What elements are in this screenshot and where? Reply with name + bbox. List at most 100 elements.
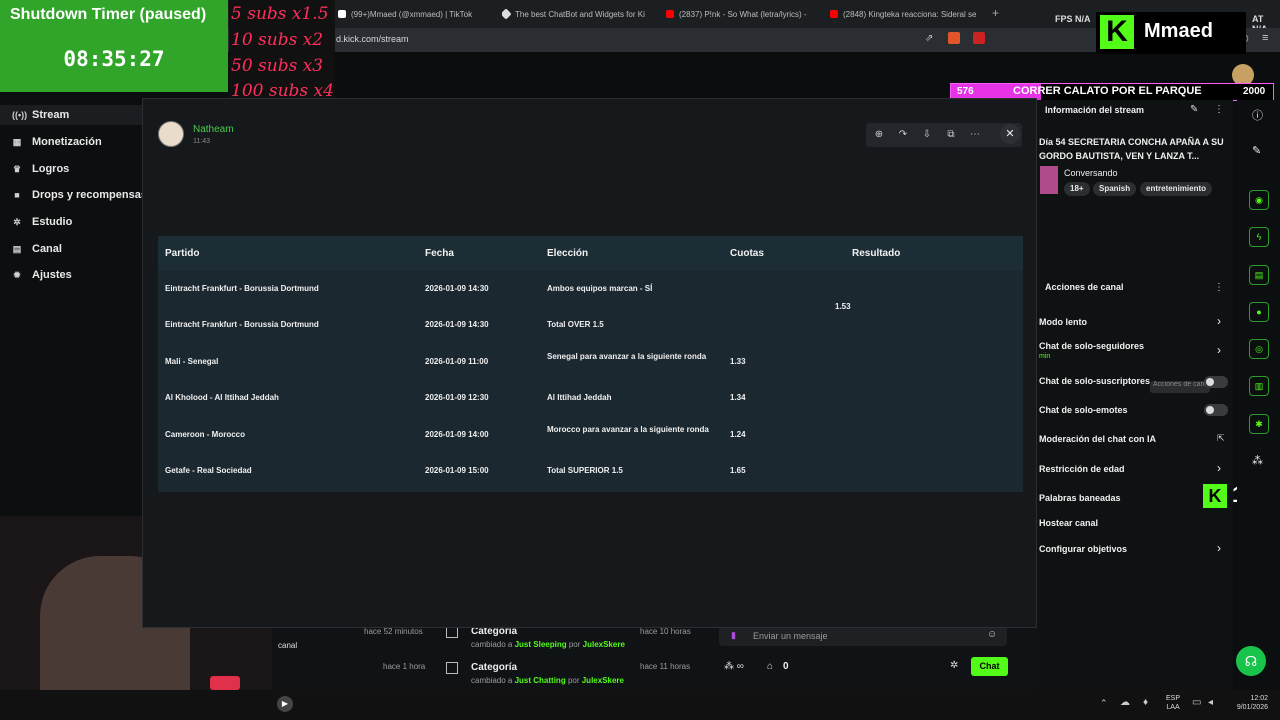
tab-chatbot[interactable]: The best ChatBot and Widgets for Ki [502, 4, 652, 24]
dollar-icon: ▦ [12, 136, 22, 147]
kick-logo-icon: K [1203, 484, 1227, 508]
fps-readout: FPS N/A [1055, 14, 1091, 24]
tab-youtube-kingteka[interactable]: (2848) Kingteka reacciona: Sideral se [830, 4, 980, 24]
tab-tiktok[interactable]: (99+)Mmaed (@xmmaed) | TikTok [338, 4, 488, 24]
pencil-icon[interactable]: ✎ [1252, 144, 1261, 157]
col-header-partido: Partido [165, 248, 200, 259]
download-icon[interactable]: ⇩ [919, 127, 935, 143]
action-subscribers-only[interactable]: Chat de solo-suscriptores [1039, 376, 1150, 386]
share-icon[interactable]: ⇗ [925, 33, 933, 44]
username-link[interactable]: JulexSkere [582, 676, 624, 685]
cell-partido: Getafe - Real Sociedad [165, 466, 252, 475]
tag-entretenimiento[interactable]: entretenimiento [1140, 182, 1213, 196]
cell-fecha: 2026-01-09 15:00 [425, 466, 489, 475]
media-play-icon[interactable]: ▶ [277, 696, 293, 712]
cell-cuotas: 1.34 [730, 393, 746, 402]
sidebar-item-estudio[interactable]: ✲ Estudio [12, 212, 72, 232]
tray-chevron-icon[interactable]: ⌃ [1100, 698, 1108, 709]
category-value: Just Chatting [514, 676, 566, 685]
store-icon[interactable]: ⌂ [767, 661, 773, 672]
sidebar-item-ajustes[interactable]: ✹ Ajustes [12, 265, 72, 285]
username-link[interactable]: JulexSkere [583, 640, 625, 649]
broadcast-icon: ((•)) [12, 110, 28, 120]
subscribers-only-toggle[interactable] [1204, 376, 1228, 388]
actions-more-icon[interactable]: ⋮ [1214, 282, 1224, 293]
broadcast-icon[interactable]: ◎ [1249, 339, 1269, 359]
gear-icon[interactable]: ✲ [950, 660, 958, 671]
info-icon[interactable]: ⓘ [1252, 107, 1263, 123]
action-followers-only[interactable]: Chat de solo-seguidores [1039, 341, 1144, 351]
action-configure-goals[interactable]: Configurar objetivos [1039, 544, 1127, 554]
sidebar-item-drops[interactable]: ■ Drops y recompensas [12, 185, 147, 205]
chevron-right-icon[interactable]: › [1217, 461, 1221, 475]
actions-title: Acciones de canal [1045, 282, 1124, 292]
chat-icon[interactable]: ● [1249, 302, 1269, 322]
url-text[interactable]: d.kick.com/stream [336, 34, 409, 44]
sidebar-item-stream[interactable]: ((•)) Stream [12, 105, 69, 125]
tab-youtube-pink[interactable]: (2837) P!nk - So What (letra/lyrics) - [666, 4, 816, 24]
new-tab-button[interactable]: + [992, 6, 999, 20]
cell-eleccion: Total SUPERIOR 1.5 [547, 466, 623, 475]
more-icon[interactable]: ⋯ [967, 127, 983, 143]
tooltip: Acciones de canal [1150, 381, 1210, 393]
emotes-only-toggle[interactable] [1204, 404, 1228, 416]
subs-tier-1: 5 subs x1.5 [231, 4, 329, 24]
tag-spanish[interactable]: Spanish [1093, 182, 1137, 196]
external-link-icon[interactable]: ⇱ [1217, 433, 1225, 444]
cell-partido: Al Kholood - Al Ittihad Jeddah [165, 393, 279, 402]
network-icon[interactable]: ▭ [1192, 697, 1201, 708]
tag-18[interactable]: 18+ [1064, 182, 1090, 196]
cell-partido: Eintracht Frankfurt - Borussia Dortmund [165, 320, 319, 329]
action-ai-moderation[interactable]: Moderación del chat con IA [1039, 434, 1156, 444]
chat-input[interactable]: ▮ Enviar un mensaje ☺ [719, 626, 1007, 646]
sidebar-item-logros[interactable]: ♛ Logros [12, 159, 69, 179]
category-time-2: hace 11 horas [640, 662, 691, 671]
sidebar-item-monetizacion[interactable]: ▦ Monetización [12, 132, 102, 152]
edit-icon[interactable]: ✎ [1190, 104, 1198, 115]
chat-placeholder: Enviar un mensaje [753, 631, 828, 641]
open-external-icon[interactable]: ⧉ [943, 127, 959, 143]
action-host-channel[interactable]: Hostear canal [1039, 518, 1098, 528]
poster-username[interactable]: Natheam [193, 124, 234, 135]
headset-icon[interactable]: ☊ [1236, 646, 1266, 676]
layout-icon[interactable]: ▥ [1249, 376, 1269, 396]
goal-target: 2000 [1243, 86, 1266, 97]
camera-icon[interactable]: ◉ [1249, 190, 1269, 210]
rewards-icon[interactable] [973, 32, 985, 44]
clock[interactable]: 12:02 9/01/2026 [1228, 694, 1268, 712]
action-age-restriction[interactable]: Restricción de edad [1039, 464, 1125, 474]
sidebar-item-canal[interactable]: ▤ Canal [12, 239, 62, 259]
chevron-right-icon[interactable]: › [1217, 541, 1221, 555]
chevron-right-icon[interactable]: › [1217, 314, 1221, 328]
diamond-icon [502, 8, 512, 20]
cell-fecha: 2026-01-09 14:30 [425, 320, 489, 329]
subs-tier-2: 10 subs x2 [231, 30, 324, 50]
brand-name: Mmaed [1144, 20, 1213, 42]
points-icon[interactable]: ⁂ ∞ [724, 661, 744, 672]
cloud-icon[interactable]: ☁ [1120, 697, 1130, 708]
volume-icon[interactable]: ◂ [1208, 697, 1213, 708]
category-value: Just Sleeping [514, 640, 567, 649]
action-emotes-only[interactable]: Chat de solo-emotes [1039, 405, 1128, 415]
lightning-icon[interactable]: ϟ [1249, 227, 1269, 247]
bets-table [158, 236, 1023, 492]
shutdown-timer-overlay: Shutdown Timer (paused) 08:35:27 [0, 0, 228, 92]
emoji-icon[interactable]: ☺ [987, 629, 997, 640]
channel-icon: ▤ [12, 243, 22, 254]
action-banned-words[interactable]: Palabras baneadas [1039, 493, 1121, 503]
cell-partido: Cameroon - Morocco [165, 430, 246, 439]
forward-icon[interactable]: ↷ [895, 127, 911, 143]
brave-shield-icon[interactable] [948, 32, 960, 44]
more-icon[interactable]: ⋮ [1214, 104, 1224, 115]
wrench-icon[interactable]: ✱ [1249, 414, 1269, 434]
mic-icon[interactable]: ♦ [1143, 697, 1148, 708]
zoom-icon[interactable]: ⊕ [871, 127, 887, 143]
chevron-right-icon[interactable]: › [1217, 343, 1221, 357]
close-icon[interactable]: ✕ [1000, 124, 1020, 144]
share-nodes-icon[interactable]: ⁂ [1252, 454, 1263, 467]
language-indicator[interactable]: ESP LAA [1166, 694, 1180, 712]
action-slow-mode[interactable]: Modo lento [1039, 317, 1087, 327]
document-icon[interactable]: ▤ [1249, 265, 1269, 285]
menu-icon[interactable]: ≡ [1262, 32, 1268, 44]
chat-send-button[interactable]: Chat [971, 657, 1008, 676]
